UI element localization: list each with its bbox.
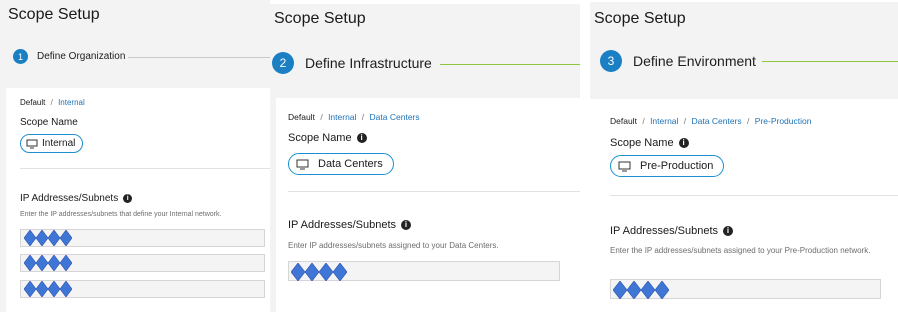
ip-subnet-input-2[interactable] bbox=[20, 254, 265, 272]
breadcrumb-separator: / bbox=[50, 98, 53, 107]
info-icon[interactable]: i bbox=[356, 133, 367, 143]
step-number-badge: 2 bbox=[272, 52, 294, 74]
redacted-value-icon bbox=[24, 230, 72, 246]
scope-form-card: Default / Internal / Data Centers Scope … bbox=[276, 98, 580, 312]
scope-form-card: Default / Internal Scope Name Internal I… bbox=[6, 88, 270, 312]
monitor-icon bbox=[296, 159, 309, 169]
scope-name-pill[interactable]: Pre-Production bbox=[610, 155, 725, 177]
info-icon[interactable]: i bbox=[123, 194, 133, 203]
page-title: Scope Setup bbox=[594, 10, 686, 27]
scope-name-pill[interactable]: Internal bbox=[20, 134, 84, 153]
scope-name-label: Scope Name i bbox=[610, 137, 689, 149]
scope-name-value: Internal bbox=[42, 138, 76, 149]
info-icon[interactable]: i bbox=[723, 226, 734, 236]
breadcrumb-item[interactable]: Default bbox=[288, 112, 315, 122]
scope-setup-panel-2: Scope Setup 2 Define Infrastructure Defa… bbox=[270, 4, 580, 312]
scope-name-value: Data Centers bbox=[318, 158, 383, 170]
ip-subnets-label-text: IP Addresses/Subnets bbox=[20, 193, 119, 204]
breadcrumb-item[interactable]: Pre-Production bbox=[755, 116, 812, 126]
divider bbox=[610, 195, 898, 196]
breadcrumb-item[interactable]: Internal bbox=[328, 112, 356, 122]
redacted-value-icon bbox=[24, 255, 72, 271]
breadcrumb-separator: / bbox=[320, 112, 323, 122]
ip-subnets-label: IP Addresses/Subnets i bbox=[288, 219, 412, 231]
redacted-value-icon bbox=[24, 281, 72, 297]
breadcrumb-item[interactable]: Data Centers bbox=[370, 112, 420, 122]
scope-name-label-text: Scope Name bbox=[288, 132, 352, 144]
breadcrumb: Default / Internal / Data Centers / Pre-… bbox=[610, 116, 811, 126]
step-number-badge: 3 bbox=[600, 50, 622, 72]
page-title: Scope Setup bbox=[274, 10, 366, 27]
wizard-step-define-organization[interactable]: 1 Define Organization bbox=[13, 49, 125, 64]
redacted-value-icon bbox=[291, 263, 347, 281]
step-label: Define Organization bbox=[37, 51, 126, 62]
monitor-icon bbox=[26, 139, 38, 148]
step-connector-line bbox=[440, 64, 580, 65]
breadcrumb-item[interactable]: Default bbox=[610, 116, 637, 126]
breadcrumb-separator: / bbox=[642, 116, 645, 126]
breadcrumb: Default / Internal bbox=[20, 98, 85, 107]
ip-subnet-input-1[interactable] bbox=[20, 229, 265, 247]
ip-subnets-help: Enter the IP addresses/subnets assigned … bbox=[610, 246, 871, 255]
ip-subnets-label-text: IP Addresses/Subnets bbox=[288, 219, 397, 231]
breadcrumb-item[interactable]: Internal bbox=[58, 98, 85, 107]
scope-name-pill[interactable]: Data Centers bbox=[288, 153, 394, 175]
info-icon[interactable]: i bbox=[678, 138, 689, 148]
breadcrumb-item[interactable]: Internal bbox=[650, 116, 678, 126]
scope-setup-panel-1: Scope Setup 1 Define Organization Defaul… bbox=[0, 0, 270, 312]
breadcrumb-separator: / bbox=[747, 116, 750, 126]
wizard-step-define-environment[interactable]: 3 Define Environment bbox=[600, 50, 756, 72]
breadcrumb-separator: / bbox=[683, 116, 687, 126]
ip-subnets-label: IP Addresses/Subnets i bbox=[20, 193, 133, 204]
scope-name-label: Scope Name i bbox=[288, 132, 367, 144]
scope-name-value: Pre-Production bbox=[640, 160, 714, 172]
ip-subnet-input-1[interactable] bbox=[288, 261, 560, 281]
ip-subnets-help: Enter the IP addresses/subnets that defi… bbox=[20, 211, 222, 218]
scope-setup-panel-3: Scope Setup 3 Define Environment Default… bbox=[590, 2, 898, 312]
ip-subnets-help: Enter IP addresses/subnets assigned to y… bbox=[288, 241, 499, 250]
divider bbox=[288, 191, 580, 192]
scope-form-card: Default / Internal / Data Centers / Pre-… bbox=[590, 99, 898, 312]
ip-subnets-label: IP Addresses/Subnets i bbox=[610, 225, 734, 237]
ip-subnet-input-1[interactable] bbox=[610, 279, 881, 299]
step-label: Define Environment bbox=[633, 53, 756, 69]
monitor-icon bbox=[618, 161, 631, 171]
info-icon[interactable]: i bbox=[401, 220, 412, 230]
step-label: Define Infrastructure bbox=[305, 55, 432, 71]
redacted-value-icon bbox=[613, 281, 669, 299]
step-connector-line bbox=[128, 57, 270, 58]
step-number-badge: 1 bbox=[13, 49, 28, 64]
breadcrumb-item[interactable]: Data Centers bbox=[692, 116, 742, 126]
ip-subnet-input-3[interactable] bbox=[20, 280, 265, 298]
scope-name-label: Scope Name bbox=[20, 117, 78, 128]
breadcrumb-item[interactable]: Default bbox=[20, 98, 45, 107]
step-connector-line bbox=[762, 61, 898, 62]
breadcrumb: Default / Internal / Data Centers bbox=[288, 112, 420, 122]
scope-name-label-text: Scope Name bbox=[610, 137, 674, 149]
breadcrumb-separator: / bbox=[361, 112, 365, 122]
divider bbox=[20, 168, 270, 169]
wizard-step-define-infrastructure[interactable]: 2 Define Infrastructure bbox=[272, 52, 432, 74]
ip-subnets-label-text: IP Addresses/Subnets bbox=[610, 225, 719, 237]
page-title: Scope Setup bbox=[8, 6, 100, 23]
